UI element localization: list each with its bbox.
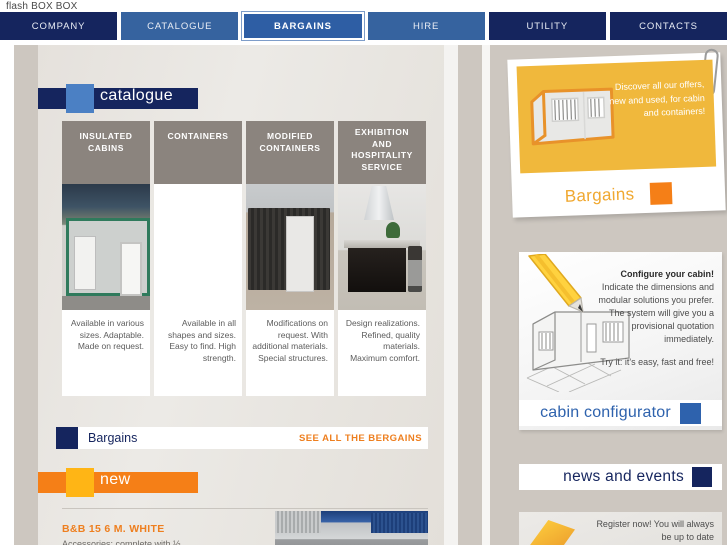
news-body[interactable]: Register now! You will always be up to d…: [519, 512, 722, 545]
card-title: INSULATED CABINS: [62, 121, 150, 184]
pencil-icon: [528, 254, 584, 313]
exhibition-hospitality-photo: [338, 184, 426, 310]
left-rail-decoration: [14, 45, 38, 545]
news-section-header: news and events: [519, 464, 722, 490]
card-description: Design realizations. Refined, quality ma…: [338, 310, 426, 396]
see-all-bargains-link[interactable]: SEE ALL THE BERGAINS: [299, 433, 422, 444]
configurator-text: Configure your cabin! Indicate the dimen…: [592, 268, 714, 369]
configurator-body: Indicate the dimensions and modular solu…: [598, 282, 714, 344]
card-description: Modifications on request. With additiona…: [246, 310, 334, 396]
bargains-header-label: Bargains: [88, 431, 138, 445]
card-title: MODIFIED CONTAINERS: [246, 121, 334, 184]
card-title: EXHIBITION AND HOSPITALITY SERVICE: [338, 121, 426, 184]
configurator-heading: Configure your cabin!: [620, 269, 714, 279]
containers-yard-photo: [275, 511, 428, 545]
catalogue-header-accent-square: [66, 84, 94, 113]
news-body-text: Register now! You will always be up to d…: [596, 519, 714, 542]
site-logo[interactable]: flash BOX BOX: [6, 1, 78, 12]
modified-containers-photo: [246, 184, 334, 310]
catalogue-section-header: catalogue: [38, 84, 198, 113]
new-section-header: new: [38, 468, 198, 497]
column-gutter-gray: [458, 45, 482, 545]
bargains-promo-text: Discover all our offers, new and used, f…: [609, 78, 706, 119]
yellow-envelope-icon: [529, 520, 575, 545]
nav-item-company[interactable]: COMPANY: [0, 12, 118, 40]
cabin-configurator-card[interactable]: Configure your cabin! Indicate the dimen…: [519, 252, 722, 430]
configurator-tagline: Try it: it's easy, fast and free!: [600, 357, 714, 367]
configurator-footer: cabin configurator: [519, 400, 722, 426]
product-divider: [62, 508, 428, 509]
card-description: Available in various sizes. Adaptable. M…: [62, 310, 150, 396]
nav-item-hire[interactable]: HIRE: [367, 12, 485, 40]
containers-photo: [154, 184, 242, 310]
card-title: CONTAINERS: [154, 121, 242, 184]
product-description: Accessories: complete with ½: [62, 539, 181, 545]
catalogue-header-label: catalogue: [100, 87, 173, 104]
catalogue-card-exhibition-hospitality[interactable]: EXHIBITION AND HOSPITALITY SERVICE Desig…: [338, 121, 426, 396]
bargains-promo-card[interactable]: Discover all our offers, new and used, f…: [507, 48, 726, 218]
configurator-square: [679, 402, 701, 424]
bargains-promo-label: Bargains: [564, 184, 635, 206]
nav-item-catalogue[interactable]: CATALOGUE: [121, 12, 239, 40]
bargains-promo-footer: Bargains: [512, 180, 726, 209]
news-header-square: [692, 467, 712, 487]
news-header-label: news and events: [563, 468, 684, 485]
bargains-section-header: Bargains SEE ALL THE BERGAINS: [56, 427, 428, 449]
catalogue-card-modified-containers[interactable]: MODIFIED CONTAINERS Modifications on req…: [246, 121, 334, 396]
column-gutter-thin: [482, 45, 490, 545]
catalogue-card-containers[interactable]: CONTAINERS Available in all shapes and s…: [154, 121, 242, 396]
bargains-accent-square: [56, 427, 78, 449]
product-title[interactable]: B&B 15 6 M. WHITE: [62, 523, 165, 535]
new-header-label: new: [100, 471, 131, 488]
bargains-promo-square: [649, 182, 673, 205]
bargains-promo-banner: Discover all our offers, new and used, f…: [516, 59, 717, 174]
nav-item-bargains[interactable]: BARGAINS: [241, 11, 365, 41]
column-gutter-light: [444, 45, 458, 545]
main-navigation: COMPANY CATALOGUE BARGAINS HIRE UTILITY …: [0, 11, 727, 41]
configurator-label: cabin configurator: [540, 404, 671, 421]
nav-item-contacts[interactable]: CONTACTS: [609, 12, 727, 40]
catalogue-card-insulated-cabins[interactable]: INSULATED CABINS Available in various si…: [62, 121, 150, 396]
nav-item-utility[interactable]: UTILITY: [488, 12, 606, 40]
new-header-accent-square: [66, 468, 94, 497]
catalogue-card-grid: INSULATED CABINS Available in various si…: [62, 121, 428, 396]
card-description: Available in all shapes and sizes. Easy …: [154, 310, 242, 396]
page-root: flash BOX BOX COMPANY CATALOGUE BARGAINS…: [0, 0, 727, 545]
insulated-cabins-photo: [62, 184, 150, 310]
